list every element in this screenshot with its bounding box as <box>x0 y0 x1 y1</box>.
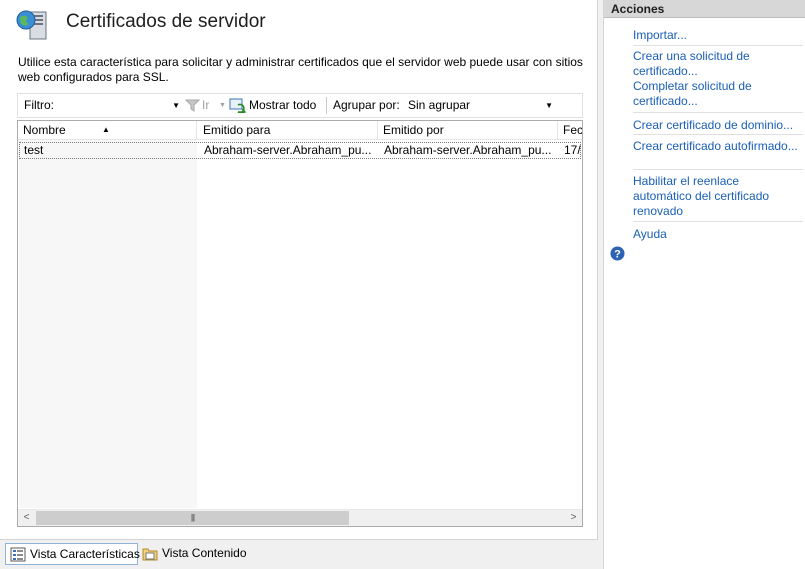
cell-name: test <box>24 143 44 157</box>
group-by-label: Agrupar por: <box>333 98 400 112</box>
cell-date: 17/1 <box>564 143 581 157</box>
horizontal-scrollbar[interactable]: < ||| > <box>18 509 582 526</box>
filter-toolbar: Filtro: ▼ Ir ▼ Mostrar todo Agrupar por:… <box>17 93 583 118</box>
actions-separator <box>633 169 803 170</box>
go-button[interactable]: Ir ▼ <box>183 94 227 117</box>
main-panel: Certificados de servidor Utilice esta ca… <box>0 0 598 540</box>
cell-issued-to: Abraham-server.Abraham_pu... <box>204 143 372 157</box>
group-by-value: Sin agrupar <box>408 98 471 112</box>
action-complete-request[interactable]: Completar solicitud de certificado... <box>633 79 799 109</box>
actions-header: Acciones <box>604 0 805 18</box>
action-create-request[interactable]: Crear una solicitud de certificado... <box>633 49 799 79</box>
go-label: Ir <box>202 98 210 112</box>
chevron-down-icon[interactable]: ▼ <box>172 94 180 117</box>
show-all-icon <box>229 98 247 113</box>
actions-separator <box>633 112 803 113</box>
sort-ascending-icon: ▲ <box>102 125 110 134</box>
action-enable-rebind[interactable]: Habilitar el reenlace automático del cer… <box>633 174 799 219</box>
view-tabs: Vista Características Vista Contenido <box>0 540 600 569</box>
show-all-button[interactable]: Mostrar todo <box>229 94 324 117</box>
tab-content-view[interactable]: Vista Contenido <box>138 543 253 565</box>
content-view-icon <box>142 548 158 561</box>
column-header-name[interactable]: Nombre ▲ <box>18 121 197 140</box>
scroll-left-icon[interactable]: < <box>18 510 35 526</box>
list-header: Nombre ▲ Emitido para Emitido por Fech <box>18 121 582 140</box>
chevron-down-icon[interactable]: ▼ <box>219 94 226 117</box>
actions-separator <box>633 45 803 46</box>
tab-features-view[interactable]: Vista Características <box>5 543 140 565</box>
column-header-issued-by[interactable]: Emitido por <box>378 121 558 140</box>
certificates-list[interactable]: Nombre ▲ Emitido para Emitido por Fech t… <box>17 120 583 527</box>
filter-funnel-icon <box>185 99 200 112</box>
tab-content-label: Vista Contenido <box>162 546 247 560</box>
action-create-self-signed[interactable]: Crear certificado autofirmado... <box>633 139 799 154</box>
actions-separator <box>633 221 803 222</box>
filter-label: Filtro: <box>24 98 54 112</box>
svg-text:?: ? <box>614 249 621 261</box>
chevron-down-icon[interactable]: ▼ <box>545 94 553 117</box>
features-view-icon <box>10 547 26 562</box>
page-title: Certificados de servidor <box>66 11 266 32</box>
actions-separator <box>633 134 803 135</box>
page-description: Utilice esta característica para solicit… <box>18 55 583 84</box>
show-all-label: Mostrar todo <box>249 98 317 112</box>
server-certificates-icon <box>16 9 50 41</box>
filter-input[interactable]: ▼ <box>60 94 180 117</box>
action-create-domain-cert[interactable]: Crear certificado de dominio... <box>633 118 799 133</box>
actions-pane: Acciones Importar... Crear una solicitud… <box>603 0 805 569</box>
action-help[interactable]: Ayuda <box>633 227 799 242</box>
help-icon[interactable]: ? <box>610 246 625 261</box>
scroll-right-icon[interactable]: > <box>565 510 582 526</box>
sorted-column-highlight <box>19 140 197 508</box>
toolbar-separator <box>326 97 327 114</box>
column-header-issued-to[interactable]: Emitido para <box>198 121 378 140</box>
column-header-date[interactable]: Fech <box>558 121 582 140</box>
action-import[interactable]: Importar... <box>633 28 799 43</box>
column-header-label: Nombre <box>23 123 66 137</box>
scrollbar-thumb[interactable]: ||| <box>36 511 349 525</box>
table-row[interactable]: test Abraham-server.Abraham_pu... Abraha… <box>19 142 581 159</box>
tab-features-label: Vista Características <box>30 547 140 561</box>
group-by-select[interactable]: Sin agrupar ▼ <box>408 94 553 117</box>
cell-issued-by: Abraham-server.Abraham_pu... <box>384 143 552 157</box>
